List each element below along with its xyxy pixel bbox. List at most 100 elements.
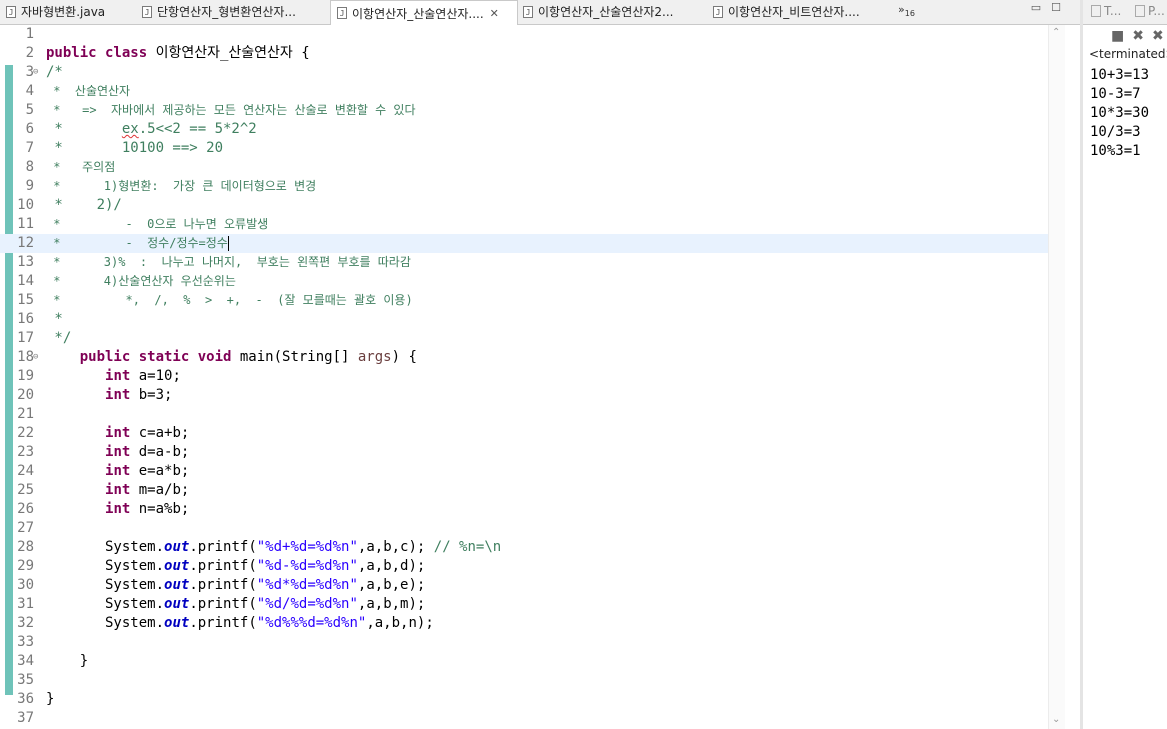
tab-file-5[interactable]: J 이항연산자_비트연산자.... (707, 0, 892, 23)
code-line[interactable]: 3 ⊖ /* (0, 63, 1048, 82)
close-icon[interactable]: ✕ (490, 7, 499, 20)
console-line: 10-3=7 (1090, 86, 1141, 102)
minimize-icon[interactable]: ▭ (1030, 2, 1042, 14)
code-text: * 3)% : 나누고 나머지, 부호는 왼쪽편 부호를 따라감 (46, 255, 411, 269)
terminate-icon[interactable]: ■ (1111, 28, 1124, 44)
code-text: public static void main(String[] args) { (79, 349, 417, 365)
tab-file-2[interactable]: J 단항연산자_형변환연산자... (136, 0, 330, 23)
line-number: 23 (17, 444, 34, 460)
code-line[interactable]: 30 System.out.printf("%d*%d=%d%n",a,b,e)… (0, 576, 1048, 595)
problems-icon (1135, 5, 1145, 17)
fold-toggle-icon[interactable]: ⊖ (33, 63, 38, 82)
code-text: int c=a+b; (105, 425, 190, 441)
code-editor[interactable]: 1 2 public class 이항연산자_산술연산자 {3 ⊖/* 4 * 산술연산… (0, 25, 1080, 729)
tab-overflow-button[interactable]: »16 (898, 3, 915, 18)
code-line[interactable]: 27 (0, 519, 1048, 538)
tab-problems[interactable]: P... (1135, 4, 1165, 18)
code-line[interactable]: 37 (0, 709, 1048, 728)
line-number: 14 (17, 273, 34, 289)
code-line[interactable]: 28 System.out.printf("%d+%d=%d%n",a,b,c)… (0, 538, 1048, 557)
code-text: * 주의점 (46, 160, 116, 174)
tab-label: 자바형변환.java (21, 5, 106, 19)
line-number: 32 (17, 615, 34, 631)
code-line[interactable]: 32 System.out.printf("%d%%%d=%d%n",a,b,n… (0, 614, 1048, 633)
java-file-icon: J (523, 5, 533, 18)
line-number: 21 (17, 406, 34, 422)
code-line[interactable]: 26 int n=a%b; (0, 500, 1048, 519)
code-text: */ (46, 330, 72, 346)
code-line[interactable]: 9 * 1)형변환: 가장 큰 데이터형으로 변경 (0, 177, 1048, 196)
code-line[interactable]: 33 (0, 633, 1048, 652)
remove-all-launches-icon[interactable]: ✖ (1152, 28, 1164, 44)
line-number: 20 (17, 387, 34, 403)
code-line[interactable]: 7 * 10100 ==> 20 (0, 139, 1048, 158)
line-number: 35 (17, 672, 34, 688)
code-line[interactable]: 35 (0, 671, 1048, 690)
code-line[interactable]: 2 public class 이항연산자_산술연산자 { (0, 44, 1048, 63)
code-line[interactable]: 13 * 3)% : 나누고 나머지, 부호는 왼쪽편 부호를 따라감 (0, 253, 1048, 272)
code-line[interactable]: 23 int d=a-b; (0, 443, 1048, 462)
code-line[interactable]: 29 System.out.printf("%d-%d=%d%n",a,b,d)… (0, 557, 1048, 576)
fold-toggle-icon[interactable]: ⊖ (33, 348, 38, 367)
code-line[interactable]: 10 * 2)/ (0, 196, 1048, 215)
code-line[interactable]: 15 * *, /, % > +, - (잘 모를때는 괄호 이용) (0, 291, 1048, 310)
editor-tab-bar: J 자바형변환.java J 단항연산자_형변환연산자... J 이항연산자_산… (0, 0, 1080, 25)
console-line: 10+3=13 (1090, 67, 1150, 83)
line-number: 34 (17, 653, 34, 669)
line-number: 24 (17, 463, 34, 479)
line-number: 17 (17, 330, 34, 346)
code-text: int d=a-b; (105, 444, 190, 460)
code-text: * 1)형변환: 가장 큰 데이터형으로 변경 (46, 179, 317, 193)
code-line[interactable]: 1 (0, 25, 1048, 44)
code-line[interactable]: 12 * - 정수/정수=정수 (0, 234, 1048, 253)
line-number: 12 (17, 235, 34, 251)
code-line[interactable]: 22 int c=a+b; (0, 424, 1048, 443)
code-line[interactable]: 17 */ (0, 329, 1048, 348)
code-line[interactable]: 34 } (0, 652, 1048, 671)
code-text: * 2)/ (46, 197, 122, 213)
code-line[interactable]: 36} (0, 690, 1048, 709)
scroll-up-icon[interactable]: ⌃ (1052, 27, 1060, 38)
code-line[interactable]: 21 (0, 405, 1048, 424)
line-number: 36 (17, 691, 34, 707)
code-text: * 10100 ==> 20 (46, 140, 224, 156)
scroll-down-icon[interactable]: ⌄ (1052, 714, 1060, 725)
code-line[interactable]: 11 * - 0으로 나누면 오류발생 (0, 215, 1048, 234)
remove-launch-icon[interactable]: ✖ (1132, 28, 1144, 44)
code-text: * 산술연산자 (46, 84, 131, 98)
line-number: 26 (17, 501, 34, 517)
line-number: 11 (17, 216, 34, 232)
line-number: 9 (25, 178, 34, 194)
code-line[interactable]: 5 * => 자바에서 제공하는 모든 연산자는 산술로 변환할 수 있다 (0, 101, 1048, 120)
tab-file-4[interactable]: J 이항연산자_산술연산자2... (517, 0, 707, 23)
maximize-icon[interactable]: ☐ (1050, 2, 1062, 14)
code-line[interactable]: 14 * 4)산술연산자 우선순위는 (0, 272, 1048, 291)
code-text: int b=3; (105, 387, 173, 403)
tab-label: 이항연산자_산술연산자.... (352, 6, 484, 21)
line-number: 30 (17, 577, 34, 593)
code-line[interactable]: 25 int m=a/b; (0, 481, 1048, 500)
tab-file-1[interactable]: J 자바형변환.java (0, 0, 135, 23)
code-line[interactable]: 31 System.out.printf("%d/%d=%d%n",a,b,m)… (0, 595, 1048, 614)
line-number: 37 (17, 710, 34, 726)
code-line[interactable]: 16 * (0, 310, 1048, 329)
code-line[interactable]: 19 int a=10; (0, 367, 1048, 386)
line-number: 22 (17, 425, 34, 441)
vertical-scrollbar[interactable]: ⌃ ⌄ (1048, 25, 1065, 729)
code-line[interactable]: 6 * ex.5<<2 == 5*2^2 (0, 120, 1048, 139)
code-text: System.out.printf("%d*%d=%d%n",a,b,e); (46, 577, 426, 593)
line-number: 6 (25, 121, 34, 137)
code-line[interactable]: 24 int e=a*b; (0, 462, 1048, 481)
tab-tasks[interactable]: T... (1091, 4, 1121, 18)
code-text: * - 정수/정수=정수 (46, 236, 230, 251)
tab-file-active[interactable]: J 이항연산자_산술연산자.... ✕ (330, 0, 518, 25)
line-number: 13 (17, 254, 34, 270)
code-line[interactable]: 18 ⊖ public static void main(String[] arg… (0, 348, 1048, 367)
code-text: * 4)산술연산자 우선순위는 (46, 274, 236, 288)
code-line[interactable]: 20 int b=3; (0, 386, 1048, 405)
console-panel: T... P... ■ ✖ ✖ <terminated> 10+3=13 10-3… (1083, 0, 1167, 729)
line-number: 31 (17, 596, 34, 612)
tab-label: 이항연산자_산술연산자2... (538, 5, 674, 19)
code-line[interactable]: 8 * 주의점 (0, 158, 1048, 177)
code-line[interactable]: 4 * 산술연산자 (0, 82, 1048, 101)
